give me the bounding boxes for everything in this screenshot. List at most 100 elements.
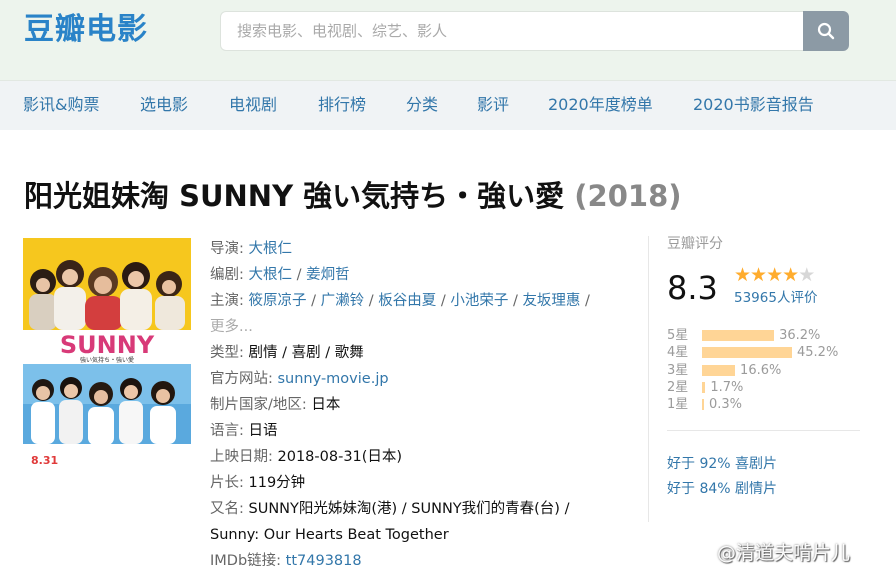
info-genre: 类型: 剧情 / 喜剧 / 歌舞 <box>210 340 364 366</box>
main-nav: 影讯&购票 选电影 电视剧 排行榜 分类 影评 2020年度榜单 2020书影音… <box>0 80 896 130</box>
director-link[interactable]: 大根仁 <box>249 241 293 257</box>
rating-row-label: 3星 <box>667 362 689 378</box>
cast-link[interactable]: 小池荣子 <box>450 293 508 309</box>
cast-label: 主演: <box>210 293 244 309</box>
country-value: 日本 <box>311 397 341 413</box>
better-than-percent: 84% <box>699 481 731 497</box>
director-label: 导演: <box>210 241 244 257</box>
movie-year: (2018) <box>574 179 682 213</box>
info-runtime: 片长: 119分钟 <box>210 470 305 496</box>
movie-title-text: 阳光姐妹淘 SUNNY 強い気持ち・強い愛 <box>24 179 565 213</box>
weibo-icon <box>688 544 713 562</box>
nav-item-charts[interactable]: 排行榜 <box>318 95 366 115</box>
watermark-text: @清道夫啃片儿 <box>717 542 851 564</box>
nav-item-tickets[interactable]: 影讯&购票 <box>23 95 99 115</box>
info-site: 官方网站: sunny-movie.jp <box>210 366 389 392</box>
cast-link[interactable]: 筱原凉子 <box>249 293 307 309</box>
aka-label: 又名: <box>210 501 244 517</box>
rating-row-percent: 0.3% <box>709 397 743 413</box>
cast-link[interactable]: 板谷由夏 <box>378 293 436 309</box>
aka-value-2: Sunny: Our Hearts Beat Together <box>210 527 449 543</box>
cast-link[interactable]: 广濑铃 <box>321 293 365 309</box>
nav-item-reviews[interactable]: 影评 <box>477 95 509 115</box>
official-site-link[interactable]: sunny-movie.jp <box>278 371 389 387</box>
country-label: 制片国家/地区: <box>210 397 307 413</box>
language-label: 语言: <box>210 423 244 439</box>
nav-item-annual-report[interactable]: 2020书影音报告 <box>693 95 814 115</box>
search-bar <box>220 11 849 51</box>
better-than-prefix: 好于 <box>667 481 695 497</box>
info-writer: 编剧: 大根仁 / 姜炯哲 <box>210 267 350 283</box>
nav-item-annual-list[interactable]: 2020年度榜单 <box>548 95 653 115</box>
genre-value: 剧情 / 喜剧 / 歌舞 <box>248 345 364 361</box>
poster-date: 8.31 <box>31 454 58 467</box>
better-than-percent: 92% <box>699 456 731 472</box>
poster-subtitle: 強い気持ち・強い愛 <box>80 356 134 364</box>
votes-link[interactable]: 53965人评价 <box>734 289 817 307</box>
search-input[interactable] <box>220 11 804 51</box>
info-imdb: IMDb链接: tt7493818 <box>210 548 362 574</box>
poster-title: SUNNY <box>60 331 155 359</box>
nav-item-tv[interactable]: 电视剧 <box>229 95 277 115</box>
better-than-prefix: 好于 <box>667 456 695 472</box>
rating-bar <box>702 381 706 393</box>
rating-row-percent: 16.6% <box>740 362 782 378</box>
release-value: 2018-08-31(日本) <box>277 449 403 465</box>
aka-value: SUNNY阳光姊妹淘(港) / SUNNY我们的青春(台) / <box>248 501 570 517</box>
writer-link[interactable]: 大根仁 <box>249 267 293 283</box>
search-icon <box>817 22 835 40</box>
star-filled-icon: ★ <box>782 264 799 286</box>
rating-row-label: 4星 <box>667 345 689 361</box>
language-value: 日语 <box>248 423 278 439</box>
nav-item-explore[interactable]: 选电影 <box>140 95 188 115</box>
runtime-value: 119分钟 <box>248 475 306 491</box>
poster-image: SUNNY 強い気持ち・強い愛 8.31 <box>23 238 191 478</box>
better-than-genre-link[interactable]: 剧情片 <box>735 481 777 497</box>
divider <box>667 430 860 431</box>
search-button[interactable] <box>803 11 849 51</box>
douban-movie-logo[interactable]: 豆瓣电影 <box>24 12 148 48</box>
movie-title: 阳光姐妹淘 SUNNY 強い気持ち・強い愛 (2018) <box>24 177 682 215</box>
writer-label: 编剧: <box>210 267 244 283</box>
rating-row-label: 5星 <box>667 328 689 343</box>
rating-row-percent: 45.2% <box>797 345 839 361</box>
release-label: 上映日期: <box>210 449 273 465</box>
top-header: 豆瓣电影 <box>0 0 896 80</box>
rating-row: 1星 0.3% <box>667 396 857 413</box>
star-filled-icon: ★ <box>766 264 783 286</box>
imdb-label: IMDb链接: <box>210 553 282 569</box>
rating-row-percent: 36.2% <box>779 328 821 343</box>
rating-stars: ★★★★★ <box>734 264 815 286</box>
rating-bar <box>702 330 775 341</box>
rating-row: 4星 45.2% <box>667 344 857 361</box>
info-cast: 主演: 筱原凉子 / 广濑铃 / 板谷由夏 / 小池荣子 / 友坂理惠 / <box>210 293 590 309</box>
cast-link[interactable]: 友坂理惠 <box>522 293 580 309</box>
imdb-link[interactable]: tt7493818 <box>286 553 362 569</box>
rating-bar <box>702 347 792 359</box>
better-than-comedy: 好于 92% 喜剧片 <box>667 454 777 474</box>
genre-label: 类型: <box>210 345 244 361</box>
rating-score: 8.3 <box>667 269 718 307</box>
info-release: 上映日期: 2018-08-31(日本) <box>210 444 402 470</box>
more-cast-link[interactable]: 更多... <box>210 319 253 335</box>
rating-bar <box>702 399 704 411</box>
rating-row-label: 2星 <box>667 379 689 395</box>
rating-row-percent: 1.7% <box>710 379 744 395</box>
star-empty-icon: ★ <box>798 264 815 286</box>
rating-label: 豆瓣评分 <box>667 236 723 252</box>
info-director: 导演: 大根仁 <box>210 236 292 262</box>
writer-link[interactable]: 姜炯哲 <box>306 267 350 283</box>
info-aka: 又名: SUNNY阳光姊妹淘(港) / SUNNY我们的青春(台) / <box>210 496 569 522</box>
runtime-label: 片长: <box>210 475 244 491</box>
nav-item-categories[interactable]: 分类 <box>406 95 438 115</box>
star-filled-icon: ★ <box>750 264 767 286</box>
movie-poster[interactable]: SUNNY 強い気持ち・強い愛 8.31 <box>23 238 191 478</box>
info-aka-cont: Sunny: Our Hearts Beat Together <box>210 522 449 548</box>
better-than-genre-link[interactable]: 喜剧片 <box>735 456 777 472</box>
rating-row-label: 1星 <box>667 397 689 413</box>
site-label: 官方网站: <box>210 371 273 387</box>
star-filled-icon: ★ <box>734 264 751 286</box>
info-more: 更多... <box>210 314 253 340</box>
info-country: 制片国家/地区: 日本 <box>210 392 340 418</box>
rating-row: 2星 1.7% <box>667 379 857 396</box>
